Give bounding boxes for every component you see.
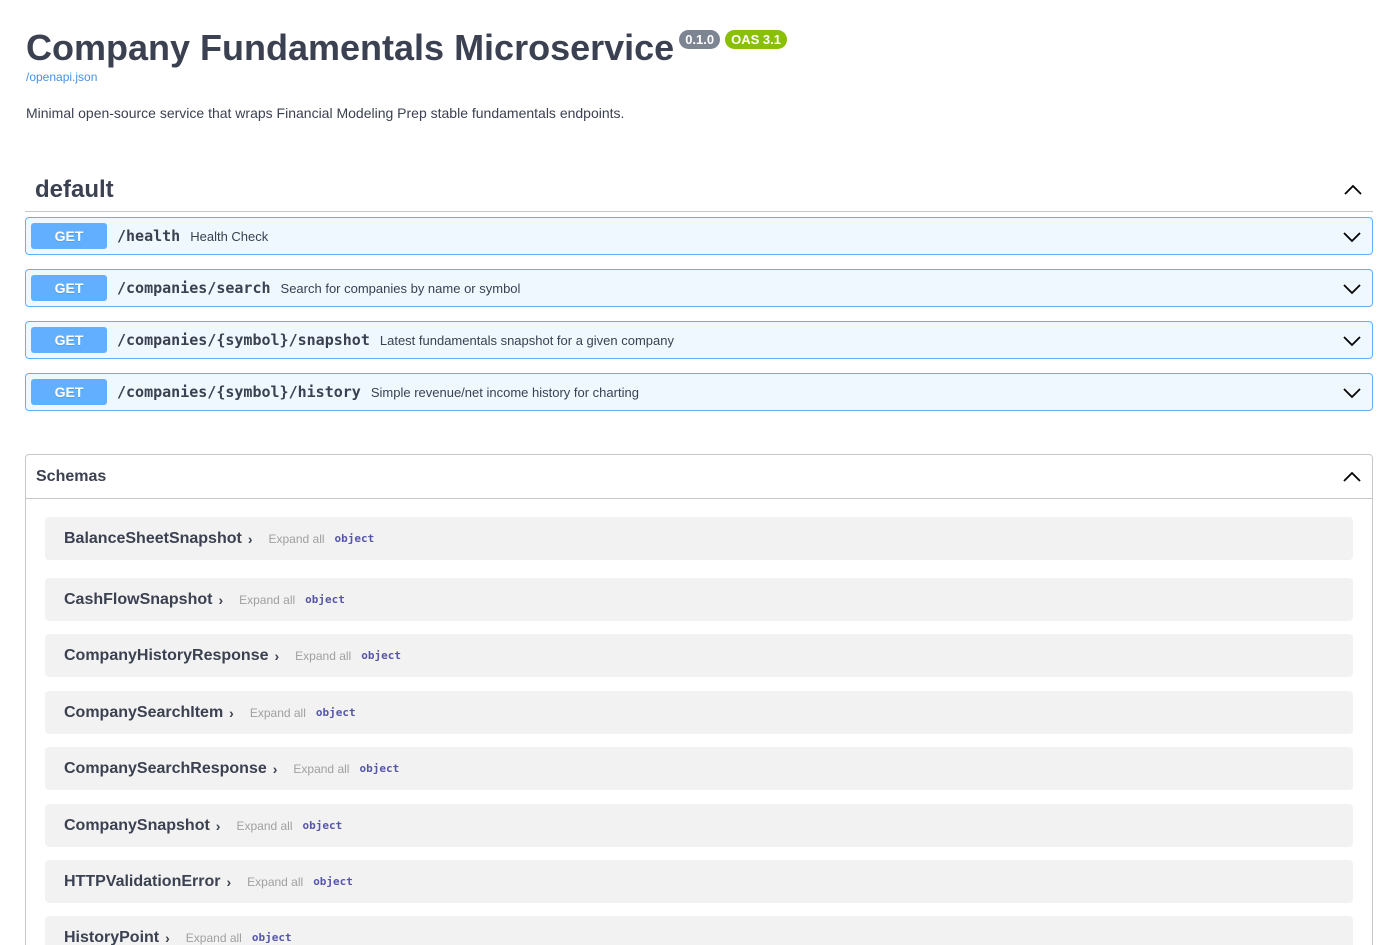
schema-name: CompanyHistoryResponse	[64, 646, 269, 664]
method-badge: GET	[31, 275, 107, 301]
schema-company-search-item[interactable]: CompanySearchItem › Expand all object	[45, 691, 1353, 734]
version-badge: 0.1.0	[679, 30, 721, 49]
schema-name: HistoryPoint	[64, 928, 160, 945]
api-title: Company Fundamentals Microservice	[26, 27, 675, 68]
operation-get-companies-search[interactable]: GET /companies/search Search for compani…	[25, 269, 1373, 307]
schemas-section: Schemas BalanceSheetSnapshot › Expand al…	[25, 454, 1373, 945]
chevron-down-icon[interactable]	[1342, 227, 1362, 247]
operation-path: /health	[117, 227, 181, 245]
operation-summary: Search for companies by name or symbol	[280, 280, 521, 296]
schema-company-snapshot[interactable]: CompanySnapshot › Expand all object	[45, 804, 1353, 847]
api-info: Company Fundamentals Microservice 0.1.0 …	[0, 0, 1400, 121]
expand-all-button[interactable]: Expand all	[250, 706, 306, 720]
chevron-right-icon[interactable]: ›	[273, 761, 278, 777]
schemas-title: Schemas	[36, 467, 107, 485]
expand-all-button[interactable]: Expand all	[293, 762, 349, 776]
chevron-right-icon[interactable]: ›	[216, 818, 221, 834]
expand-all-button[interactable]: Expand all	[295, 649, 351, 663]
expand-all-button[interactable]: Expand all	[236, 819, 292, 833]
api-description: Minimal open-source service that wraps F…	[26, 105, 625, 121]
schema-name: CompanySearchResponse	[64, 759, 267, 777]
operation-path: /companies/{symbol}/snapshot	[117, 331, 370, 349]
expand-all-button[interactable]: Expand all	[186, 931, 242, 945]
schema-http-validation-error[interactable]: HTTPValidationError › Expand all object	[45, 860, 1353, 903]
schema-company-history-response[interactable]: CompanyHistoryResponse › Expand all obje…	[45, 634, 1353, 677]
chevron-right-icon[interactable]: ›	[275, 648, 280, 664]
method-badge: GET	[31, 223, 107, 249]
schema-type: object	[305, 593, 345, 606]
schema-name: CompanySnapshot	[64, 816, 210, 834]
chevron-right-icon[interactable]: ›	[165, 930, 170, 945]
operation-path: /companies/{symbol}/history	[117, 383, 361, 401]
operation-summary: Latest fundamentals snapshot for a given…	[379, 332, 674, 348]
schema-name: CompanySearchItem	[64, 703, 224, 721]
schema-type: object	[313, 875, 353, 888]
chevron-right-icon[interactable]: ›	[248, 531, 253, 547]
schema-cash-flow-snapshot[interactable]: CashFlowSnapshot › Expand all object	[45, 578, 1353, 621]
operation-get-health[interactable]: GET /health Health Check	[25, 217, 1373, 255]
operation-get-company-history[interactable]: GET /companies/{symbol}/history Simple r…	[25, 373, 1373, 411]
schema-name: HTTPValidationError	[64, 872, 221, 890]
chevron-up-icon[interactable]	[1342, 467, 1362, 487]
chevron-down-icon[interactable]	[1342, 383, 1362, 403]
operation-summary: Health Check	[190, 228, 269, 244]
chevron-up-icon[interactable]	[1343, 180, 1363, 200]
swagger-ui-page: Company Fundamentals Microservice 0.1.0 …	[0, 0, 1400, 945]
chevron-down-icon[interactable]	[1342, 331, 1362, 351]
chevron-down-icon[interactable]	[1342, 279, 1362, 299]
tag-name: default	[35, 175, 114, 203]
schema-type: object	[334, 532, 375, 545]
chevron-right-icon[interactable]: ›	[218, 592, 223, 608]
expand-all-button[interactable]: Expand all	[239, 593, 295, 607]
method-badge: GET	[31, 379, 107, 405]
openapi-spec-link[interactable]: /openapi.json	[26, 70, 1374, 84]
title-row: Company Fundamentals Microservice 0.1.0 …	[26, 28, 1374, 68]
schema-company-search-response[interactable]: CompanySearchResponse › Expand all objec…	[45, 747, 1353, 790]
schema-type: object	[315, 706, 356, 719]
schema-type: object	[251, 931, 292, 944]
tag-header-default[interactable]: default	[25, 168, 1373, 212]
tag-section-default: default GET /health Health Check GET /co…	[25, 168, 1373, 411]
expand-all-button[interactable]: Expand all	[247, 875, 303, 889]
schema-type: object	[302, 819, 343, 832]
method-badge: GET	[31, 327, 107, 353]
schemas-header[interactable]: Schemas	[26, 455, 1372, 499]
operation-summary: Simple revenue/net income history for ch…	[370, 384, 639, 400]
chevron-right-icon[interactable]: ›	[229, 705, 234, 721]
operation-get-company-snapshot[interactable]: GET /companies/{symbol}/snapshot Latest …	[25, 321, 1373, 359]
schema-balance-sheet-snapshot[interactable]: BalanceSheetSnapshot › Expand all object	[45, 517, 1353, 560]
operation-path: /companies/search	[117, 279, 271, 297]
schema-name: CashFlowSnapshot	[64, 590, 213, 608]
schema-history-point[interactable]: HistoryPoint › Expand all object	[45, 916, 1353, 945]
schema-type: object	[361, 649, 401, 662]
oas-badge: OAS 3.1	[725, 30, 787, 49]
schema-name: BalanceSheetSnapshot	[64, 529, 242, 547]
expand-all-button[interactable]: Expand all	[269, 532, 325, 546]
chevron-right-icon[interactable]: ›	[226, 874, 231, 890]
schema-type: object	[359, 762, 400, 775]
